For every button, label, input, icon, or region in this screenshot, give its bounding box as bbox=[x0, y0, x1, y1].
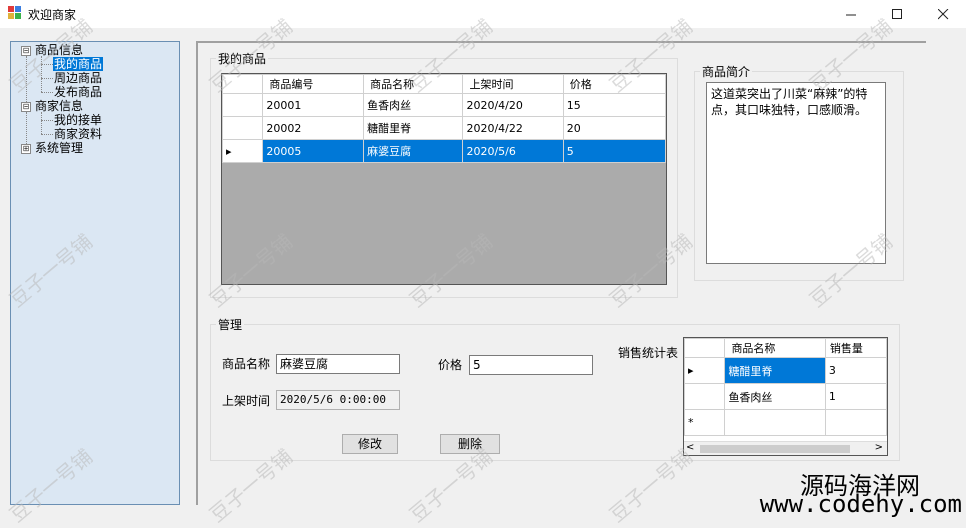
grid-corner bbox=[684, 338, 726, 358]
branding-url: www.codehy.com bbox=[759, 490, 962, 518]
tree-node-publish-product[interactable]: 发布商品 bbox=[54, 85, 102, 99]
tree-node-nearby-products[interactable]: 周边商品 bbox=[54, 71, 102, 85]
minimize-icon bbox=[845, 14, 856, 15]
table-cell[interactable]: 15 bbox=[562, 93, 666, 117]
horizontal-scrollbar[interactable]: < > bbox=[684, 441, 887, 455]
maximize-icon bbox=[891, 8, 902, 19]
table-cell[interactable]: 1 bbox=[824, 383, 887, 410]
tree-node-merchant-info[interactable]: 商家信息 bbox=[35, 99, 83, 113]
tree-node-system-management[interactable]: 系统管理 bbox=[35, 141, 83, 155]
table-cell[interactable]: 2020/4/22 bbox=[462, 116, 564, 140]
tree-toggle-merchant[interactable]: ⊟ bbox=[21, 102, 31, 112]
sales-grid[interactable]: 商品名称 销售量 ▸ 糖醋里脊 3 鱼香肉丝 1 * < > bbox=[683, 337, 888, 456]
name-label: 商品名称 bbox=[222, 357, 271, 371]
current-row-indicator-icon: ▸ bbox=[222, 139, 264, 163]
scroll-thumb[interactable] bbox=[700, 445, 850, 453]
price-label: 价格 bbox=[438, 358, 463, 372]
column-header[interactable]: 上架时间 bbox=[462, 74, 564, 94]
close-button[interactable] bbox=[920, 0, 966, 28]
tree-node-merchant-profile[interactable]: 商家资料 bbox=[54, 127, 102, 141]
manage-group-label: 管理 bbox=[216, 316, 245, 333]
new-row[interactable]: * bbox=[684, 409, 887, 436]
new-row-icon: * bbox=[684, 409, 726, 436]
table-row[interactable]: 20002 糖醋里脊 2020/4/22 20 bbox=[222, 116, 666, 140]
table-row[interactable]: 20001 鱼香肉丝 2020/4/20 15 bbox=[222, 93, 666, 117]
close-icon bbox=[937, 8, 948, 19]
table-cell[interactable]: 20005 bbox=[262, 139, 365, 163]
table-cell[interactable]: 20 bbox=[562, 116, 666, 140]
table-cell[interactable]: 糖醋里脊 bbox=[363, 116, 464, 140]
table-cell[interactable]: 2020/5/6 bbox=[462, 139, 564, 163]
table-cell[interactable]: 鱼香肉丝 bbox=[724, 383, 826, 410]
sales-label: 销售统计表 bbox=[618, 346, 679, 360]
table-row[interactable]: 鱼香肉丝 1 bbox=[684, 383, 887, 410]
table-cell[interactable]: 20002 bbox=[262, 116, 365, 140]
name-input[interactable]: 麻婆豆腐 bbox=[276, 354, 400, 374]
scroll-right-icon[interactable]: > bbox=[875, 442, 883, 453]
tree-toggle-system[interactable]: ⊞ bbox=[21, 144, 31, 154]
tree-node-my-orders[interactable]: 我的接单 bbox=[54, 113, 102, 127]
column-header[interactable]: 商品名称 bbox=[724, 338, 826, 358]
table-cell[interactable]: 3 bbox=[824, 357, 887, 384]
time-label: 上架时间 bbox=[222, 394, 271, 408]
price-input[interactable]: 5 bbox=[469, 355, 593, 375]
current-row-indicator-icon: ▸ bbox=[684, 357, 726, 384]
time-input: 2020/5/6 0:00:00 bbox=[276, 390, 400, 410]
column-header[interactable]: 商品编号 bbox=[262, 74, 365, 94]
table-cell[interactable]: 2020/4/20 bbox=[462, 93, 564, 117]
table-cell[interactable]: 20001 bbox=[262, 93, 365, 117]
column-header[interactable]: 销售量 bbox=[824, 338, 887, 358]
intro-textbox[interactable]: 这道菜突出了川菜“麻辣”的特点，其口味独特，口感顺滑。 bbox=[706, 82, 886, 264]
table-row-selected[interactable]: ▸ 20005 麻婆豆腐 2020/5/6 5 bbox=[222, 139, 666, 163]
table-row-selected[interactable]: ▸ 糖醋里脊 3 bbox=[684, 357, 887, 384]
table-cell[interactable]: 糖醋里脊 bbox=[724, 357, 826, 384]
table-cell[interactable]: 麻婆豆腐 bbox=[363, 139, 464, 163]
table-cell[interactable]: 5 bbox=[562, 139, 666, 163]
table-cell[interactable]: 鱼香肉丝 bbox=[363, 93, 464, 117]
app-icon bbox=[8, 6, 21, 19]
edit-button[interactable]: 修改 bbox=[342, 434, 398, 454]
intro-group-label: 商品简介 bbox=[700, 63, 753, 80]
